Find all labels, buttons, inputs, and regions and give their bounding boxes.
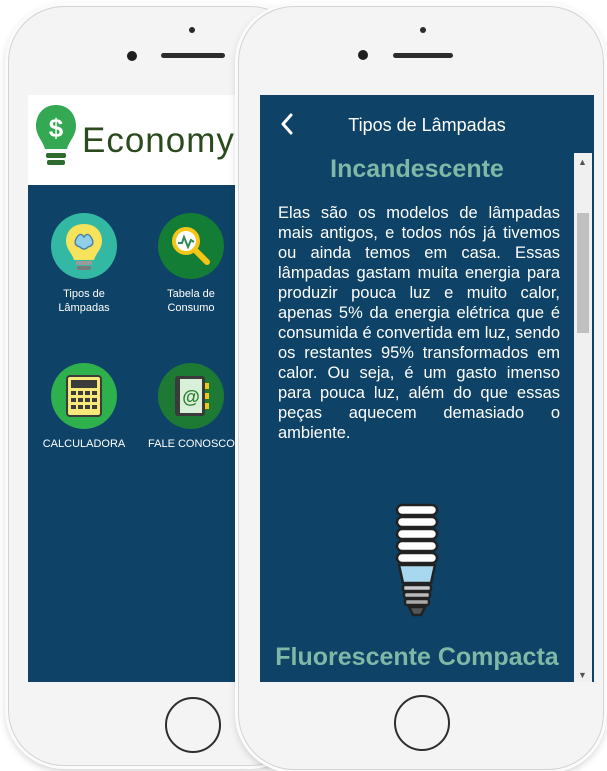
vertical-scrollbar[interactable]: ▲ ▼ bbox=[574, 153, 592, 682]
scroll-content[interactable]: Incandescente Elas são os modelos de lâm… bbox=[260, 141, 574, 682]
sensor bbox=[420, 27, 426, 33]
menu-circle bbox=[158, 213, 224, 279]
section-heading-fluorescente-compacta: Fluorescente Compacta bbox=[275, 643, 559, 671]
svg-text:@: @ bbox=[182, 387, 200, 407]
scrollbar-thumb[interactable] bbox=[577, 213, 589, 333]
home-button[interactable] bbox=[394, 695, 450, 751]
cfl-bulb-icon bbox=[395, 503, 439, 617]
svg-text:$: $ bbox=[49, 113, 64, 143]
menu-circle bbox=[51, 213, 117, 279]
section-body-incandescente: Elas são os modelos de lâmpadas mais ant… bbox=[278, 204, 560, 442]
page-title: Tipos de Lâmpadas bbox=[348, 115, 506, 135]
earpiece-speaker bbox=[393, 53, 453, 58]
front-camera bbox=[127, 51, 137, 61]
app-logo-text: Economy bbox=[82, 121, 235, 160]
back-app-screen: $ Economy Tipos de Lâmpadas Tabela de Co… bbox=[28, 95, 236, 682]
scroll-up-arrow-icon[interactable]: ▲ bbox=[578, 157, 587, 167]
home-button[interactable] bbox=[165, 697, 221, 753]
sensor bbox=[189, 27, 195, 33]
menu-item-label: CALCULADORA bbox=[42, 438, 126, 450]
menu-item-tipos-lampadas[interactable]: Tipos de Lâmpadas bbox=[41, 213, 127, 315]
menu-item-tabela-consumo[interactable]: Tabela de Consumo bbox=[148, 213, 234, 315]
section-heading-incandescente: Incandescente bbox=[330, 155, 504, 183]
front-phone-frame: Tipos de Lâmpadas Incandescente Elas são… bbox=[238, 6, 604, 770]
calculator-icon bbox=[66, 375, 102, 417]
contact-book-icon: @ bbox=[175, 376, 209, 416]
menu-circle bbox=[51, 363, 117, 429]
menu-item-fale-conosco[interactable]: @ FALE CONOSCO bbox=[148, 363, 235, 451]
menu-circle: @ bbox=[158, 363, 224, 429]
app-header: $ Economy bbox=[28, 95, 236, 185]
lightbulb-dollar-icon: $ bbox=[36, 105, 76, 165]
front-app-screen: Tipos de Lâmpadas Incandescente Elas são… bbox=[260, 95, 594, 682]
brain-bulb-icon bbox=[66, 224, 102, 270]
front-camera bbox=[358, 50, 368, 60]
menu-item-calculadora[interactable]: CALCULADORA bbox=[41, 363, 127, 451]
menu-item-label: Tipos de Lâmpadas bbox=[58, 288, 110, 314]
menu-item-label: Tabela de Consumo bbox=[167, 288, 215, 314]
magnifier-chart-icon bbox=[172, 227, 210, 265]
earpiece-speaker bbox=[161, 53, 225, 58]
menu-item-label: FALE CONOSCO bbox=[148, 438, 235, 450]
scroll-down-arrow-icon[interactable]: ▼ bbox=[578, 670, 587, 680]
